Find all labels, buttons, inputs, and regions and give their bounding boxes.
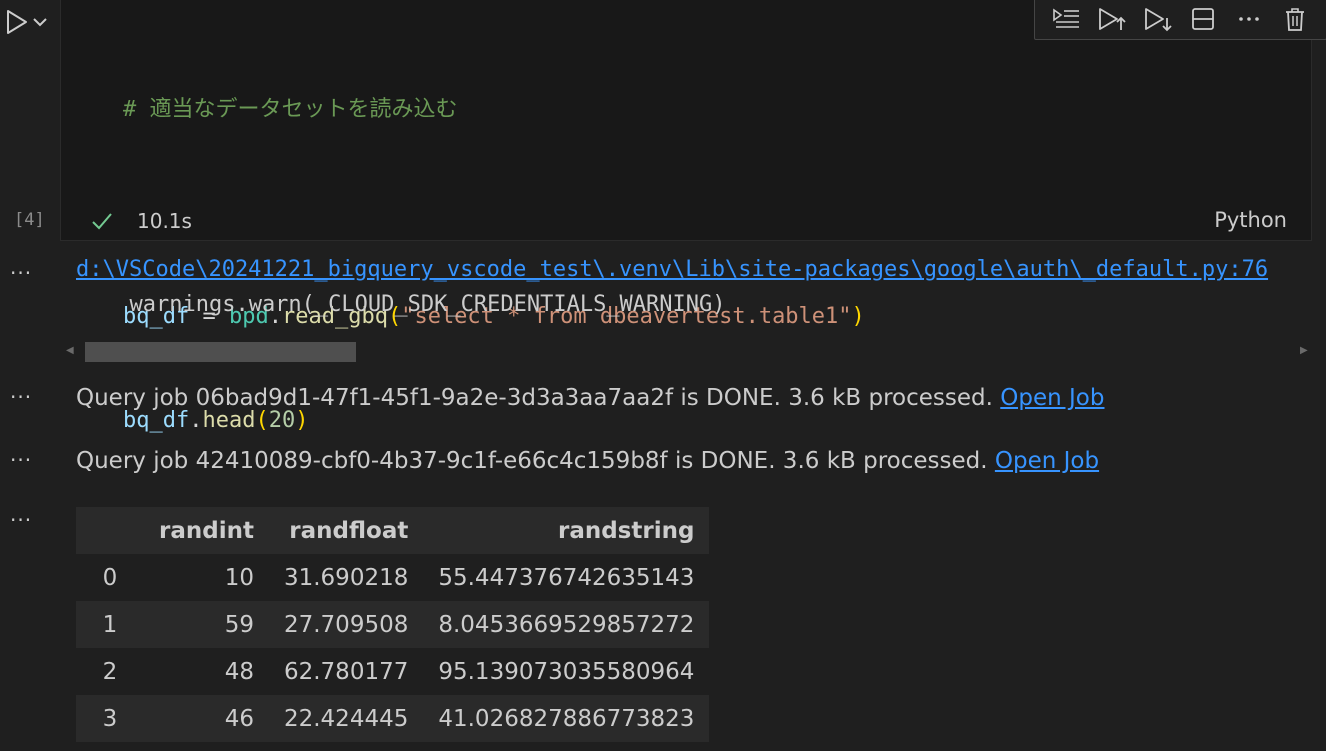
query-job-text: Query job 06bad9d1-47f1-45f1-9a2e-3d3a3a… bbox=[76, 385, 1001, 411]
table-cell: 10 bbox=[144, 554, 269, 601]
code-line-1: # 適当なデータセットを読み込む bbox=[123, 93, 865, 128]
table-cell: 46 bbox=[144, 695, 269, 742]
output-horizontal-scrollbar[interactable]: ◀ ▶ bbox=[66, 340, 1312, 362]
run-below-icon bbox=[1144, 8, 1172, 32]
execution-time: 10.1s bbox=[137, 209, 192, 233]
row-index: 3 bbox=[76, 695, 144, 742]
dataframe-table: randint randfloat randstring 0 10 31.690… bbox=[76, 507, 710, 742]
more-actions-icon bbox=[1239, 17, 1260, 21]
warning-file-link[interactable]: d:\VSCode\20241221_bigquery_vscode_test\… bbox=[76, 257, 1313, 282]
row-index: 2 bbox=[76, 648, 144, 695]
table-cell: 48 bbox=[144, 648, 269, 695]
scrollbar-thumb[interactable] bbox=[85, 342, 356, 362]
table-row: 0 10 31.690218 55.447376742635143 bbox=[76, 554, 710, 601]
code-token-paren: ( bbox=[255, 407, 269, 433]
table-cell: 8.0453669529857272 bbox=[423, 601, 710, 648]
table-cell: 59 bbox=[144, 601, 269, 648]
table-cell: 55.447376742635143 bbox=[423, 554, 710, 601]
column-header-index bbox=[76, 507, 144, 554]
warning-message: warnings.warn(_CLOUD_SDK_CREDENTIALS_WAR… bbox=[103, 292, 726, 317]
open-job-link[interactable]: Open Job bbox=[1000, 385, 1104, 411]
table-row: 2 48 62.780177 95.139073035580964 bbox=[76, 648, 710, 695]
table-cell: 41.026827886773823 bbox=[423, 695, 710, 742]
table-row: 1 59 27.709508 8.0453669529857272 bbox=[76, 601, 710, 648]
code-token-var: bq_df bbox=[123, 407, 190, 433]
run-above-icon bbox=[1098, 8, 1126, 30]
code-token-paren: ) bbox=[851, 304, 865, 329]
delete-icon bbox=[1286, 8, 1305, 31]
code-token-function: head bbox=[202, 407, 256, 433]
code-token-dot: . bbox=[189, 407, 203, 433]
language-picker[interactable]: Python bbox=[1214, 208, 1287, 232]
run-cell-button[interactable] bbox=[4, 8, 58, 36]
table-header-row: randint randfloat randstring bbox=[76, 507, 710, 554]
split-cell-button[interactable] bbox=[1186, 2, 1220, 36]
column-header: randfloat bbox=[268, 507, 424, 554]
execute-above-icon bbox=[1053, 8, 1079, 28]
query-job-status: Query job 06bad9d1-47f1-45f1-9a2e-3d3a3a… bbox=[76, 385, 1104, 411]
query-job-status: Query job 42410089-cbf0-4b37-9c1f-e66c4c… bbox=[76, 448, 1099, 474]
split-cell-icon bbox=[1192, 8, 1215, 30]
more-actions-button[interactable] bbox=[1232, 2, 1266, 36]
output-more-actions-icon[interactable]: ··· bbox=[10, 263, 38, 286]
column-header: randint bbox=[144, 507, 269, 554]
table-cell: 27.709508 bbox=[268, 601, 424, 648]
scroll-left-arrow-icon[interactable]: ◀ bbox=[66, 345, 78, 357]
code-comment: # 適当なデータセットを読み込む bbox=[123, 97, 458, 122]
cell-toolbar bbox=[1034, 0, 1326, 40]
open-job-link[interactable]: Open Job bbox=[995, 448, 1099, 474]
execute-above-button[interactable] bbox=[1049, 2, 1083, 36]
success-check-icon bbox=[92, 213, 112, 230]
code-token-paren: ) bbox=[295, 407, 309, 433]
chevron-down-icon[interactable] bbox=[30, 8, 50, 36]
row-index: 1 bbox=[76, 601, 144, 648]
table-row: 3 46 22.424445 41.026827886773823 bbox=[76, 695, 710, 742]
query-job-text: Query job 42410089-cbf0-4b37-9c1f-e66c4c… bbox=[76, 448, 995, 474]
output-more-actions-icon[interactable]: ··· bbox=[10, 510, 38, 533]
column-header: randstring bbox=[423, 507, 710, 554]
execution-count: [4] bbox=[14, 210, 45, 230]
table-cell: 31.690218 bbox=[268, 554, 424, 601]
run-icon bbox=[7, 10, 27, 34]
table-cell: 22.424445 bbox=[268, 695, 424, 742]
scroll-right-arrow-icon[interactable]: ▶ bbox=[1300, 345, 1312, 357]
code-token-number: 20 bbox=[268, 407, 296, 433]
delete-cell-button[interactable] bbox=[1278, 2, 1312, 36]
row-index: 0 bbox=[76, 554, 144, 601]
output-more-actions-icon[interactable]: ··· bbox=[10, 450, 38, 473]
run-below-button[interactable] bbox=[1141, 2, 1175, 36]
run-above-button[interactable] bbox=[1095, 2, 1129, 36]
code-cell-editor[interactable]: # 適当なデータセットを読み込む bq_df = bpd.read_gbq("s… bbox=[60, 0, 1326, 433]
table-cell: 62.780177 bbox=[268, 648, 424, 695]
output-more-actions-icon[interactable]: ··· bbox=[10, 387, 38, 410]
table-cell: 95.139073035580964 bbox=[423, 648, 710, 695]
